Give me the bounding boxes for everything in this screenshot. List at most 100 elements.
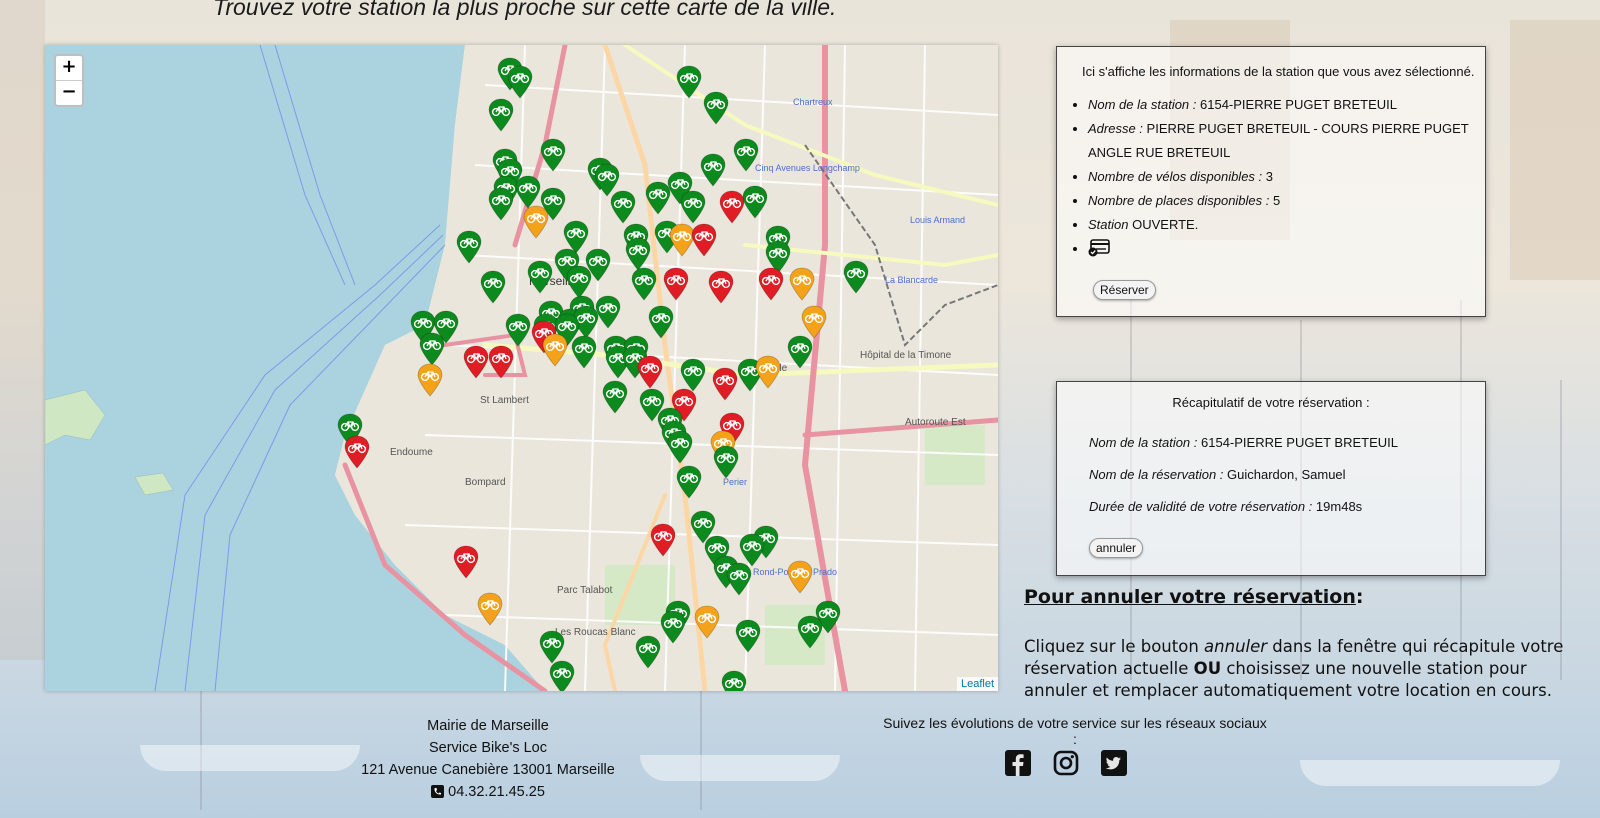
cancel-help-text-strong: OU — [1193, 659, 1222, 678]
station-marker-green[interactable] — [703, 91, 729, 125]
station-marker-green[interactable] — [676, 65, 702, 99]
station-marker-green[interactable] — [742, 185, 768, 219]
station-marker-green[interactable] — [726, 562, 752, 596]
station-marker-red[interactable] — [663, 267, 689, 301]
station-marker-green[interactable] — [635, 635, 661, 669]
map-tiles[interactable] — [45, 45, 998, 691]
station-marker-green[interactable] — [680, 358, 706, 392]
station-marker-green[interactable] — [602, 380, 628, 414]
cancel-help-text: Cliquez sur le bouton annuler dans la fe… — [1024, 636, 1594, 702]
station-marker-red[interactable] — [463, 345, 489, 379]
cancel-help-title-text: Pour annuler votre réservation — [1024, 586, 1356, 608]
station-marker-green[interactable] — [488, 187, 514, 221]
station-marker-green[interactable] — [480, 270, 506, 304]
cancel-help-text-part1: Cliquez sur le bouton — [1024, 637, 1205, 656]
station-marker-green[interactable] — [648, 305, 674, 339]
station-marker-red[interactable] — [691, 223, 717, 257]
station-marker-green[interactable] — [539, 630, 565, 664]
station-marker-green[interactable] — [713, 445, 739, 479]
reserve-button[interactable]: Réserver — [1093, 280, 1156, 300]
map-label-cinq-avenues: Cinq Avenues Longchamp — [755, 163, 860, 173]
station-marker-red[interactable] — [344, 435, 370, 469]
recap-validity-value: 19m48s — [1315, 499, 1363, 514]
station-marker-green[interactable] — [456, 230, 482, 264]
station-marker-green[interactable] — [667, 430, 693, 464]
station-marker-green[interactable] — [488, 98, 514, 132]
station-marker-orange[interactable] — [477, 592, 503, 626]
station-marker-green[interactable] — [505, 313, 531, 347]
recap-reservation-value: Guichardon, Samuel — [1227, 467, 1346, 482]
station-marker-green[interactable] — [540, 138, 566, 172]
recap-station-value: 6154-PIERRE PUGET BRETEUIL — [1201, 435, 1399, 450]
station-marker-green[interactable] — [527, 260, 553, 294]
station-marker-green[interactable] — [631, 267, 657, 301]
cancel-help-text-emphasis: annuler — [1204, 637, 1268, 656]
cancel-reservation-button[interactable]: annuler — [1089, 538, 1144, 558]
station-marker-orange[interactable] — [417, 363, 443, 397]
zoom-out-button[interactable]: − — [56, 80, 82, 105]
station-marker-green[interactable] — [566, 265, 592, 299]
station-marker-orange[interactable] — [787, 560, 813, 594]
station-places-value: 5 — [1273, 193, 1281, 208]
station-marker-green[interactable] — [549, 660, 575, 691]
station-marker-green[interactable] — [676, 465, 702, 499]
phone-square-icon — [431, 783, 445, 805]
footer-phone[interactable]: 04.32.21.45.25 — [448, 784, 545, 800]
station-marker-red[interactable] — [488, 345, 514, 379]
station-marker-green[interactable] — [515, 175, 541, 209]
recap-validity-row: Durée de validité de votre réservation :… — [1089, 499, 1362, 514]
station-marker-orange[interactable] — [789, 267, 815, 301]
station-marker-green[interactable] — [660, 610, 686, 644]
station-bikes-label: Nombre de vélos disponibles : — [1088, 169, 1263, 184]
map-label-bompard: Bompard — [465, 477, 506, 488]
station-marker-red[interactable] — [758, 267, 784, 301]
station-marker-green[interactable] — [735, 619, 761, 653]
station-marker-green[interactable] — [610, 190, 636, 224]
zoom-in-button[interactable]: + — [56, 56, 82, 80]
station-marker-green[interactable] — [571, 335, 597, 369]
map-label-louis-armand: Louis Armand — [910, 215, 966, 225]
station-marker-green[interactable] — [787, 335, 813, 369]
stations-map[interactable]: Marseille Cinq Avenues Longchamp Chartre… — [45, 45, 998, 691]
recap-validity-label: Durée de validité de votre réservation : — [1089, 499, 1313, 514]
station-marker-green[interactable] — [625, 237, 651, 271]
leaflet-attribution-link[interactable]: Leaflet — [956, 677, 998, 691]
station-name-value: 6154-PIERRE PUGET BRETEUIL — [1200, 97, 1398, 112]
station-marker-green[interactable] — [733, 138, 759, 172]
station-marker-red[interactable] — [712, 367, 738, 401]
social-links — [1005, 750, 1127, 776]
cancel-help-title: Pour annuler votre réservation : — [1024, 586, 1363, 608]
map-label-parc-talabot: Parc Talabot — [557, 585, 613, 596]
map-zoom-control: + − — [54, 54, 84, 107]
station-marker-orange[interactable] — [694, 605, 720, 639]
facebook-icon[interactable] — [1005, 750, 1031, 776]
station-places-item: Nombre de places disponibles : 5 — [1088, 189, 1488, 213]
station-marker-green[interactable] — [680, 190, 706, 224]
station-marker-red[interactable] — [637, 355, 663, 389]
station-marker-green[interactable] — [721, 670, 747, 691]
station-info-intro: Ici s'affiche les informations de la sta… — [1082, 64, 1475, 79]
recap-station-label: Nom de la station : — [1089, 435, 1198, 450]
footer-phone-row: 04.32.21.45.25 — [350, 781, 626, 805]
station-marker-green[interactable] — [645, 181, 671, 215]
station-marker-green[interactable] — [797, 615, 823, 649]
station-marker-green[interactable] — [507, 65, 533, 99]
instagram-icon[interactable] — [1053, 750, 1079, 776]
station-marker-red[interactable] — [453, 545, 479, 579]
station-marker-green[interactable] — [419, 332, 445, 366]
station-marker-red[interactable] — [708, 270, 734, 304]
station-marker-orange[interactable] — [542, 333, 568, 367]
credit-card-check-icon — [1088, 239, 1110, 265]
station-status-item: Station OUVERTE. — [1088, 213, 1488, 237]
station-status-value: OUVERTE. — [1132, 217, 1199, 232]
station-places-label: Nombre de places disponibles : — [1088, 193, 1270, 208]
station-marker-red[interactable] — [650, 523, 676, 557]
station-marker-orange[interactable] — [801, 305, 827, 339]
station-marker-green[interactable] — [843, 260, 869, 294]
twitter-icon[interactable] — [1101, 750, 1127, 776]
reservation-recap-panel: Récapitulatif de votre réservation : Nom… — [1056, 381, 1486, 576]
station-marker-orange[interactable] — [755, 355, 781, 389]
footer-address: 121 Avenue Canebière 13001 Marseille — [361, 762, 615, 778]
station-marker-orange[interactable] — [523, 205, 549, 239]
station-marker-green[interactable] — [700, 153, 726, 187]
